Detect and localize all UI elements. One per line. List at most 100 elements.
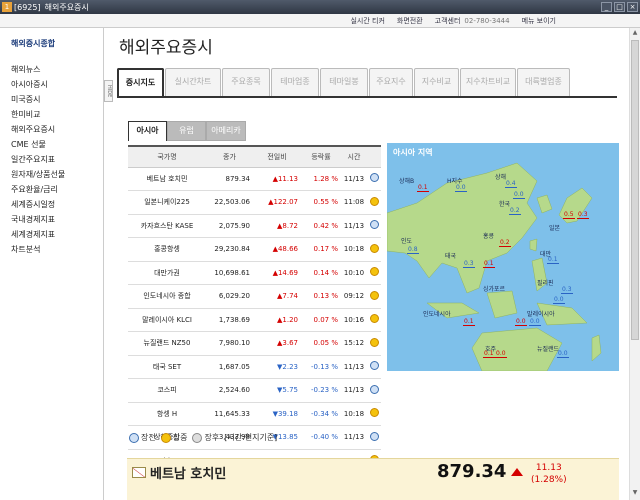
maximize-icon[interactable]: □ xyxy=(614,2,625,12)
map-value[interactable]: 0.3 xyxy=(463,260,475,268)
index-name[interactable]: 홍콩항셍 xyxy=(128,237,206,262)
table-row[interactable]: 코스피 2,524.60 ▼5.75 -0.23 % 11/13 xyxy=(128,378,381,403)
scroll-down-icon[interactable]: ▼ xyxy=(631,489,639,499)
map-value[interactable]: 0.2 xyxy=(499,239,511,247)
map-value[interactable]: 0.0 xyxy=(515,318,527,326)
table-row[interactable]: 일본니케이225 22,503.06 ▲122.07 0.55 % 11:08 xyxy=(128,190,381,215)
map-value[interactable]: 0.0 xyxy=(495,350,507,358)
post-market-icon xyxy=(192,432,203,443)
sidebar-item[interactable]: 차트분석 xyxy=(11,242,103,257)
index-close: 2,524.60 xyxy=(206,378,253,403)
tab-3[interactable]: 테마업종 xyxy=(271,68,319,96)
screen-change-link[interactable]: 화면전환 xyxy=(397,16,423,26)
sidebar-item[interactable]: 세계경제지표 xyxy=(11,227,103,242)
sidebar-item[interactable]: 일간주요지표 xyxy=(11,152,103,167)
index-name[interactable]: 베트남 호치민 xyxy=(128,167,206,191)
map-region-title: 아시아 지역 xyxy=(393,148,433,157)
sidebar-item[interactable]: 해외뉴스 xyxy=(11,62,103,77)
sidebar-item[interactable]: 아시아증시 xyxy=(11,77,103,92)
tab-0[interactable]: 증시지도 xyxy=(117,68,164,96)
tab-2[interactable]: 주요종목 xyxy=(222,68,270,96)
tab-1[interactable]: 실시간차트 xyxy=(165,68,221,96)
realtime-ticker-link[interactable]: 실시간 티커 xyxy=(350,16,384,26)
index-name[interactable]: 일본니케이225 xyxy=(128,190,206,215)
col-change[interactable]: 전일비 xyxy=(253,145,301,168)
sidebar-item[interactable]: 한미비교 xyxy=(11,107,103,122)
index-name[interactable]: 뉴질랜드 NZ50 xyxy=(128,331,206,356)
table-row[interactable]: 카자흐스탄 KASE 2,075.90 ▲8.72 0.42 % 11/13 xyxy=(128,214,381,238)
sidebar-item[interactable]: 해외주요증시 xyxy=(11,122,103,137)
index-close: 22,503.06 xyxy=(206,190,253,215)
tab-asia[interactable]: 아시아 xyxy=(128,121,167,141)
scroll-thumb[interactable] xyxy=(631,40,639,340)
table-row[interactable]: 태국 SET 1,687.05 ▼2.23 -0.13 % 11/13 xyxy=(128,355,381,379)
sidebar-header[interactable]: 해외증시종합 xyxy=(11,38,103,49)
index-change: ▲1.20 xyxy=(253,308,301,332)
tab-4[interactable]: 테마일봉 xyxy=(320,68,368,96)
scroll-up-icon[interactable]: ▲ xyxy=(631,29,639,39)
detail-title: 베트남 호치민 xyxy=(132,463,226,482)
map-value[interactable]: 0.8 xyxy=(407,246,419,254)
map-value[interactable]: 0.3 xyxy=(577,211,589,219)
table-row[interactable]: 항셍 H 11,645.33 ▼39.18 -0.34 % 10:18 xyxy=(128,402,381,426)
index-close: 11,645.33 xyxy=(206,402,253,426)
close-icon[interactable]: × xyxy=(627,2,638,12)
tab-europe[interactable]: 유럽 xyxy=(167,121,206,141)
map-value[interactable]: 0.0 xyxy=(513,191,525,199)
col-close[interactable]: 종가 xyxy=(206,145,253,168)
map-value[interactable]: 0.1 xyxy=(463,318,475,326)
index-close: 1,738.69 xyxy=(206,308,253,332)
col-rate[interactable]: 등락률 xyxy=(301,145,341,168)
chart-icon[interactable] xyxy=(132,467,146,478)
map-value[interactable]: 0.0 xyxy=(557,350,569,358)
table-row[interactable]: 말레이시아 KLCI 1,738.69 ▲1.20 0.07 % 10:16 xyxy=(128,308,381,332)
index-name[interactable]: 카자흐스탄 KASE xyxy=(128,214,206,238)
map-value[interactable]: 0.4 xyxy=(505,180,517,188)
region-tabs: 아시아 유럽 아메리카 xyxy=(128,121,246,141)
tab-6[interactable]: 지수비교 xyxy=(414,68,459,96)
minimize-icon[interactable]: _ xyxy=(601,2,612,12)
index-name[interactable]: 인도네시아 종합 xyxy=(128,284,206,309)
map-value[interactable]: 0.1 xyxy=(483,260,495,268)
table-row[interactable]: 인도네시아 종합 6,029.20 ▲7.74 0.13 % 09:12 xyxy=(128,284,381,309)
session-cell xyxy=(367,214,381,238)
index-name[interactable]: 코스피 xyxy=(128,378,206,403)
sidebar-item[interactable]: CME 선물 xyxy=(11,137,103,152)
tab-8[interactable]: 대륙별업종 xyxy=(517,68,570,96)
index-name[interactable]: 태국 SET xyxy=(128,355,206,379)
map-value[interactable]: 0.0 xyxy=(455,184,467,192)
show-menu-link[interactable]: 메뉴 보이기 xyxy=(522,16,556,26)
sidebar-item[interactable]: 원자재/상품선물 xyxy=(11,167,103,182)
map-value[interactable]: 0.1 xyxy=(547,256,559,264)
sidebar-item[interactable]: 국내경제지표 xyxy=(11,212,103,227)
sidebar-item[interactable]: 미국증시 xyxy=(11,92,103,107)
asia-map[interactable]: 아시아 지역 상해B H지수 상해 한국 일본 인도 홍콩 대만 태국 필리핀 … xyxy=(387,143,619,371)
map-value[interactable]: 0.3 xyxy=(561,286,573,294)
map-value[interactable]: 0.1 xyxy=(417,184,429,192)
index-name[interactable]: 항셍 H xyxy=(128,402,206,426)
map-value[interactable]: 0.0 xyxy=(553,296,565,304)
sidebar-item[interactable]: 세계증시일정 xyxy=(11,197,103,212)
table-row[interactable]: 대만가권 10,698.61 ▲14.69 0.14 % 10:10 xyxy=(128,261,381,285)
support-link[interactable]: 고객센터 xyxy=(435,16,461,26)
tab-america[interactable]: 아메리카 xyxy=(206,121,246,141)
vertical-scrollbar[interactable]: ▲ ▼ xyxy=(629,28,640,500)
table-row[interactable]: 홍콩항셍 29,230.84 ▲48.66 0.17 % 10:18 xyxy=(128,237,381,262)
map-value[interactable]: 0.1 xyxy=(483,350,495,358)
map-value[interactable]: 0.5 xyxy=(563,211,575,219)
table-row[interactable]: 뉴질랜드 NZ50 7,980.10 ▲3.67 0.05 % 15:12 xyxy=(128,331,381,356)
index-time: 11/13 xyxy=(341,214,367,238)
tab-5[interactable]: 주요지수 xyxy=(369,68,413,96)
index-name[interactable]: 대만가권 xyxy=(128,261,206,285)
index-name[interactable]: 말레이시아 KLCI xyxy=(128,308,206,332)
index-rate: 0.07 % xyxy=(301,308,341,332)
map-value[interactable]: 0.0 xyxy=(529,318,541,326)
index-rate: 0.14 % xyxy=(301,261,341,285)
sidebar-item[interactable]: 주요환율/금리 xyxy=(11,182,103,197)
col-name[interactable]: 국가명 xyxy=(128,145,206,168)
table-row[interactable]: 베트남 호치민 879.34 ▲11.13 1.28 % 11/13 xyxy=(128,167,381,191)
sidebar-hide-toggle[interactable]: HIDE xyxy=(104,80,113,102)
map-value[interactable]: 0.2 xyxy=(509,207,521,215)
col-time[interactable]: 시간 xyxy=(341,145,367,168)
tab-7[interactable]: 지수차트비교 xyxy=(460,68,516,96)
